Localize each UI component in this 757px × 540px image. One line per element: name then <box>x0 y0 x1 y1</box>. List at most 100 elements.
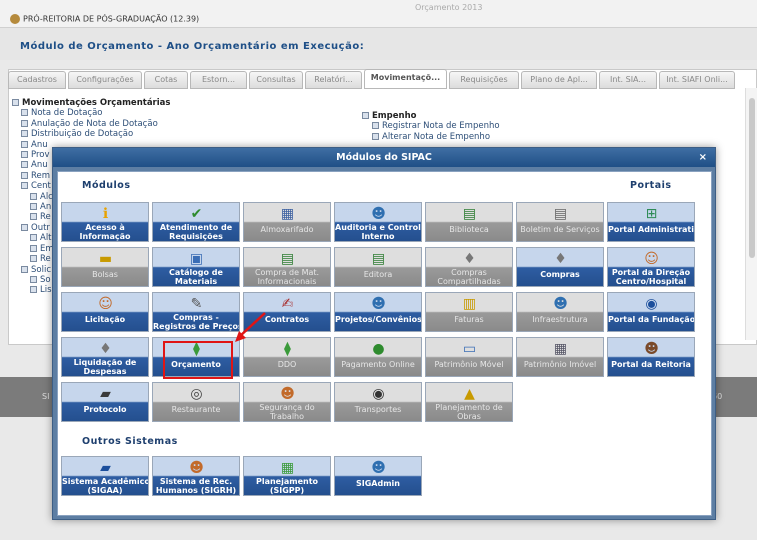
module-acesso-a-informacao-button[interactable]: ℹ Acesso à Informação <box>61 202 149 242</box>
module-compras-registros-de-precos-button[interactable]: ✎ Compras - Registros de Preços <box>152 292 240 332</box>
menu-item-label: Outr <box>31 222 50 233</box>
worker-icon: ☻ <box>553 296 568 312</box>
module-planejamento-sigpp-button[interactable]: ▦ Planejamento (SIGPP) <box>243 456 331 496</box>
tab-configuracoes[interactable]: Configurações <box>68 71 142 89</box>
menu-item-anulacao-de-nota-de-dotacao[interactable]: Anulação de Nota de Dotação <box>12 119 170 129</box>
collapse-icon[interactable] <box>362 112 369 119</box>
menu-item-label: Prov <box>31 150 50 161</box>
module-infraestrutura-button[interactable]: ☻ Infraestrutura <box>516 292 604 332</box>
module-auditoria-e-controle-interno-button[interactable]: ☻Auditoria e Controle Interno <box>334 202 422 242</box>
content-scrollbar[interactable] <box>745 88 757 340</box>
module-portal-administrativo-button[interactable]: ⊞ Portal Administrativo <box>607 202 695 242</box>
module-label: Compras - Registros de Preços <box>153 313 240 331</box>
menu-item-label: Rem <box>31 170 51 181</box>
tray-icon: ▰ <box>100 386 111 402</box>
module-catalogo-de-materiais-button[interactable]: ▣ Catálogo de Materiais <box>152 247 240 287</box>
bullet-icon <box>21 171 28 179</box>
module-label: DDO <box>277 360 297 369</box>
menu-item-label: Alterar Nota de Empenho <box>382 131 491 142</box>
module-planejamento-de-obras-button[interactable]: ▲ Planejamento de Obras <box>425 382 513 422</box>
folder-icon: ▬ <box>98 251 113 267</box>
module-transportes-button[interactable]: ◉ Transportes <box>334 382 422 422</box>
worker-icon: ☻ <box>280 386 295 402</box>
module-liquidacao-de-despesas-button[interactable]: ♦ Liquidação de Despesas <box>61 337 149 377</box>
module-licitacao-button[interactable]: ☺ Licitação <box>61 292 149 332</box>
module-patrimonio-movel-button[interactable]: ▭ Patrimônio Móvel <box>425 337 513 377</box>
scroll-thumb[interactable] <box>749 98 755 258</box>
menu-item-label: Registrar Nota de Empenho <box>382 121 500 132</box>
module-almoxarifado-button[interactable]: ▦ Almoxarifado <box>243 202 331 242</box>
bullet-icon <box>30 244 37 252</box>
module-label: Boletim de Serviços <box>520 225 600 234</box>
books-icon: ▤ <box>371 251 386 267</box>
module-label: Portal da Fundação <box>608 315 695 324</box>
tab-bar: Cadastros Configurações Cotas Estorn... Cons… <box>8 69 757 89</box>
menu-item-label: An <box>40 202 52 213</box>
module-atendimento-de-requisicoes-button[interactable]: ✔ Atendimento de Requisições <box>152 202 240 242</box>
bullet-icon <box>372 122 379 130</box>
book-icon: ▰ <box>100 460 111 476</box>
module-label: Sistema Acadêmico (SIGAA) <box>62 477 149 495</box>
bullet-icon <box>372 132 379 140</box>
tab-requisicoes[interactable]: Requisições <box>449 71 519 89</box>
module-label: Portal Administrativo <box>608 225 694 234</box>
org-name: PRÓ-REITORIA DE PÓS-GRADUAÇÃO (12.39) <box>23 14 200 24</box>
module-patrimonio-imovel-button[interactable]: ▦ Patrimônio Imóvel <box>516 337 604 377</box>
tab-plano-de-apl[interactable]: Plano de Apl... <box>521 71 597 89</box>
modules-modal: Módulos do SIPAC × Módulos Portais ℹ Aces… <box>52 147 716 520</box>
menu-item-alterar-nota-de-empenho[interactable]: Alterar Nota de Empenho <box>372 132 500 142</box>
tab-movimentaco[interactable]: Movimentaçõ... <box>364 69 447 89</box>
module-portal-da-fundacao-button[interactable]: ◉ Portal da Fundação <box>607 292 695 332</box>
module-sistema-de-rec-humanos-sigrh-button[interactable]: ☻ Sistema de Rec. Humanos (SIGRH) <box>152 456 240 496</box>
module-sistema-academico-sigaa-button[interactable]: ▰ Sistema Acadêmico (SIGAA) <box>61 456 149 496</box>
section-portals-title: Portais <box>630 180 672 191</box>
tab-int-siafi-onli[interactable]: Int. SIAFI Onli... <box>659 71 735 89</box>
menu-item-label: Solic <box>31 264 51 275</box>
person-tools-icon: ☻ <box>371 296 386 312</box>
module-biblioteca-button[interactable]: ▤ Biblioteca <box>425 202 513 242</box>
module-seguranca-do-trabalho-button[interactable]: ☻ Segurança do Trabalho <box>243 382 331 422</box>
module-protocolo-button[interactable]: ▰ Protocolo <box>61 382 149 422</box>
module-label: Transportes <box>354 405 402 414</box>
module-label: Compra de Mat. Informacionais <box>254 268 320 286</box>
module-label: Bolsas <box>92 270 118 279</box>
footer-left: SI <box>42 392 50 401</box>
tab-consultas[interactable]: Consultas <box>249 71 303 89</box>
module-sigadmin-button[interactable]: ☻ SIGAdmin <box>334 456 422 496</box>
module-compras-compartilhadas-button[interactable]: ♦ Compras Compartilhadas <box>425 247 513 287</box>
module-compras-button[interactable]: ♦ Compras <box>516 247 604 287</box>
module-portal-da-direcao-centro-hospital-button[interactable]: ☺ Portal da Direção Centro/Hospital <box>607 247 695 287</box>
module-label: Sistema de Rec. Humanos (SIGRH) <box>155 477 237 495</box>
module-label: Pagamento Online <box>341 360 415 369</box>
menu-item-label: Nota de Dotação <box>31 108 103 119</box>
module-bolsas-button[interactable]: ▬ Bolsas <box>61 247 149 287</box>
module-compra-de-mat-informacionais-button[interactable]: ▤ Compra de Mat. Informacionais <box>243 247 331 287</box>
module-label: Faturas <box>454 315 484 324</box>
module-boletim-de-servicos-button[interactable]: ▤ Boletim de Serviços <box>516 202 604 242</box>
menu-item-registrar-nota-de-empenho[interactable]: Registrar Nota de Empenho <box>372 121 500 131</box>
module-label: Catálogo de Materiais <box>169 268 223 286</box>
tab-int-sia[interactable]: Int. SIA... <box>599 71 657 89</box>
construction-icon: ▲ <box>464 386 475 402</box>
module-projetos-convenios-button[interactable]: ☻ Projetos/Convênios <box>334 292 422 332</box>
bullet-icon <box>21 265 28 273</box>
module-pagamento-online-button[interactable]: ● Pagamento Online <box>334 337 422 377</box>
close-icon[interactable]: × <box>699 148 707 167</box>
module-editora-button[interactable]: ▤ Editora <box>334 247 422 287</box>
menu-item-nota-de-dotacao[interactable]: Nota de Dotação <box>12 108 170 118</box>
tab-estorn[interactable]: Estorn... <box>190 71 247 89</box>
tab-cotas[interactable]: Cotas <box>144 71 188 89</box>
module-label: Planejamento (SIGPP) <box>255 477 319 495</box>
tab-cadastros[interactable]: Cadastros <box>8 71 66 89</box>
menu-item-label: Alt <box>40 233 52 244</box>
collapse-icon[interactable] <box>12 99 19 106</box>
module-restaurante-button[interactable]: ◎ Restaurante <box>152 382 240 422</box>
module-faturas-button[interactable]: ▥ Faturas <box>425 292 513 332</box>
module-portal-da-reitoria-button[interactable]: ☻ Portal da Reitoria <box>607 337 695 377</box>
tab-relatori[interactable]: Relatóri... <box>305 71 362 89</box>
header-faded-text: Orçamento 2013 <box>415 3 483 12</box>
pen-paper-icon: ✍ <box>281 296 294 312</box>
network-icon: ⊞ <box>645 206 658 222</box>
menu-item-distribuicao-de-dotacao[interactable]: Distribuição de Dotação <box>12 129 170 139</box>
chart-icon: ▦ <box>280 460 295 476</box>
